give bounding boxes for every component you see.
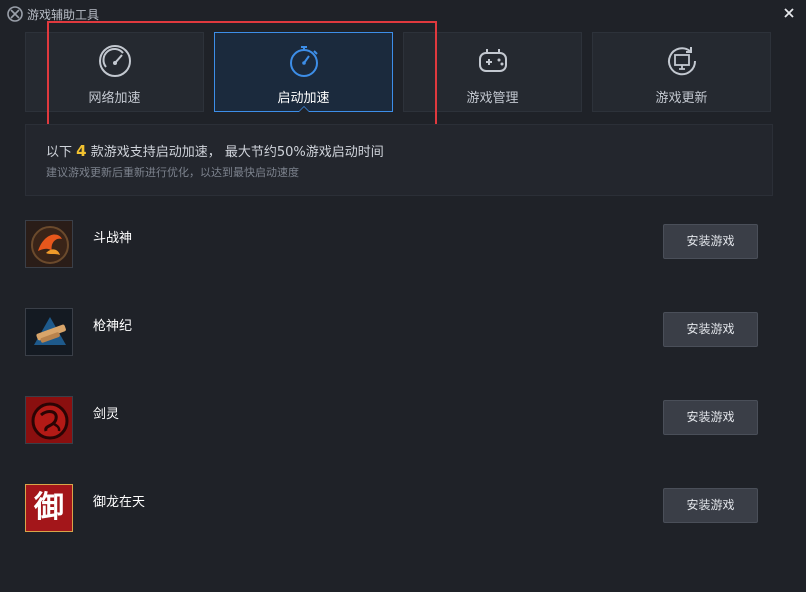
game-row-4: 御 御龙在天 安装游戏 [25,484,773,572]
update-monitor-icon [667,47,696,76]
game-icon-glyph: 御 [34,490,64,525]
game-icon-yu-long-zai-tian: 御 [25,484,73,532]
game-name: 剑灵 [93,407,120,422]
info-prefix: 以下 [46,145,73,160]
tab-launch-boost[interactable]: 启动加速 [214,32,393,112]
feature-tabs: 网络加速 启动加速 游戏管理 游戏更新 [25,32,773,112]
info-panel: 以下 4 款游戏支持启动加速， 最大节约50%游戏启动时间 建议游戏更新后重新进… [25,124,773,196]
tab-game-update[interactable]: 游戏更新 [592,32,771,112]
tab-network-boost[interactable]: 网络加速 [25,32,204,112]
info-summary: 以下 4 款游戏支持启动加速， 最大节约50%游戏启动时间 [46,141,384,160]
game-icon-dou-zhan-shen [25,220,73,268]
game-name: 枪神纪 [93,319,133,334]
info-hint: 建议游戏更新后重新进行优化，以达到最快启动速度 [46,166,299,179]
tab-label: 网络加速 [88,91,141,106]
speedometer-icon [98,45,131,77]
install-game-button[interactable]: 安装游戏 [663,312,758,347]
install-game-button[interactable]: 安装游戏 [663,488,758,523]
tab-label: 游戏更新 [655,91,708,106]
game-row-3: 剑灵 安装游戏 [25,396,773,484]
tab-game-management[interactable]: 游戏管理 [403,32,582,112]
tab-label: 游戏管理 [466,91,519,106]
install-game-button[interactable]: 安装游戏 [663,224,758,259]
tools-logo-icon [7,6,23,22]
window-title: 游戏辅助工具 [27,8,100,22]
install-game-button[interactable]: 安装游戏 [663,400,758,435]
gamepad-icon [478,49,507,72]
game-row-2: 枪神纪 安装游戏 [25,308,773,396]
close-icon[interactable] [780,4,798,22]
game-name: 御龙在天 [93,495,146,510]
supported-game-count: 4 [76,142,87,160]
stopwatch-icon [289,46,318,77]
info-suffix: 款游戏支持启动加速， 最大节约50%游戏启动时间 [90,145,384,160]
game-row-1: 斗战神 安装游戏 [25,220,773,308]
title-bar: 游戏辅助工具 [0,0,806,28]
game-icon-qiang-shen-ji [25,308,73,356]
tab-label: 启动加速 [277,91,330,106]
game-icon-jian-ling [25,396,73,444]
game-name: 斗战神 [93,231,133,246]
